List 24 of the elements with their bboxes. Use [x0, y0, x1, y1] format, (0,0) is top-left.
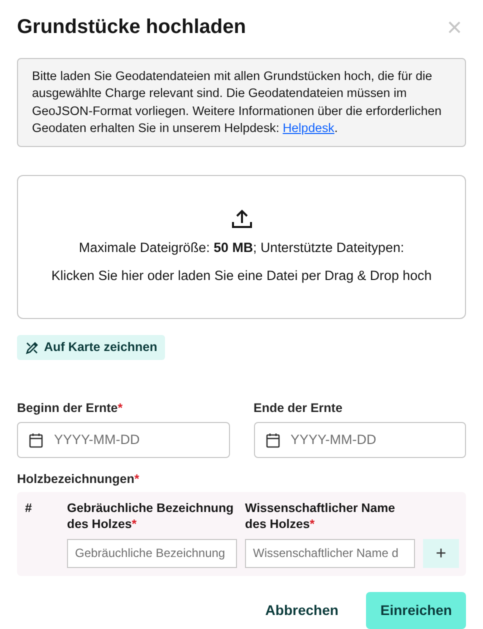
dropzone-hint: Klicken Sie hier oder laden Sie eine Datei per Drag & Drop hoch [51, 267, 432, 286]
column-header: Gebräuchliche Bezeichnung des Holzes* [67, 500, 235, 533]
calendar-icon [29, 432, 43, 448]
file-limits-text: Maximale Dateigröße: 50 MB; Unterstützte Dateitypen: [78, 239, 404, 258]
info-message: Bitte laden Sie Geodatendateien mit allen Grundstücken hoch, die für die ausgewählte Charge relevant sind. Die Geodatendateien müssen im GeoJSON-Format vorliegen. Weitere Informationen über die erforderlichen Geodaten erhalten Sie in unserem Helpdesk: Helpdesk. [17, 58, 466, 148]
dialog-title: Grundstücke hochladen [17, 15, 246, 39]
column-header: Wissenschaftlicher Name des Holzes* [245, 500, 396, 533]
date-field[interactable]: YYYY-MM-DD [254, 422, 466, 458]
text-input[interactable]: Wissenschaftlicher Name d [245, 538, 415, 568]
column-header: # [25, 500, 33, 518]
draw-on-map-button[interactable]: Auf Karte zeichnen [17, 335, 166, 360]
section-label: Holzbezeichnungen* [17, 470, 140, 488]
upload-dropzone[interactable]: Maximale Dateigröße: 50 MB; Unterstützte Dateitypen: Klicken Sie hier oder laden Sie eine Datei per Drag & Drop hoch [17, 175, 466, 320]
field-label: Ende der Ernte [254, 400, 344, 417]
field-label: Beginn der Ernte* [17, 400, 124, 417]
submit-button[interactable]: Einreichen [366, 592, 466, 629]
helpdesk-link[interactable]: Helpdesk [282, 121, 334, 136]
text-input[interactable]: Gebräuchliche Bezeichnung [67, 538, 237, 568]
date-field[interactable]: YYYY-MM-DD [17, 422, 230, 458]
calendar-icon [266, 432, 280, 448]
pencil-ruler-icon [25, 340, 39, 355]
cancel-button[interactable]: Abbrechen [253, 592, 350, 629]
upload-icon [230, 208, 252, 230]
add-row-button[interactable]: + [423, 538, 459, 568]
